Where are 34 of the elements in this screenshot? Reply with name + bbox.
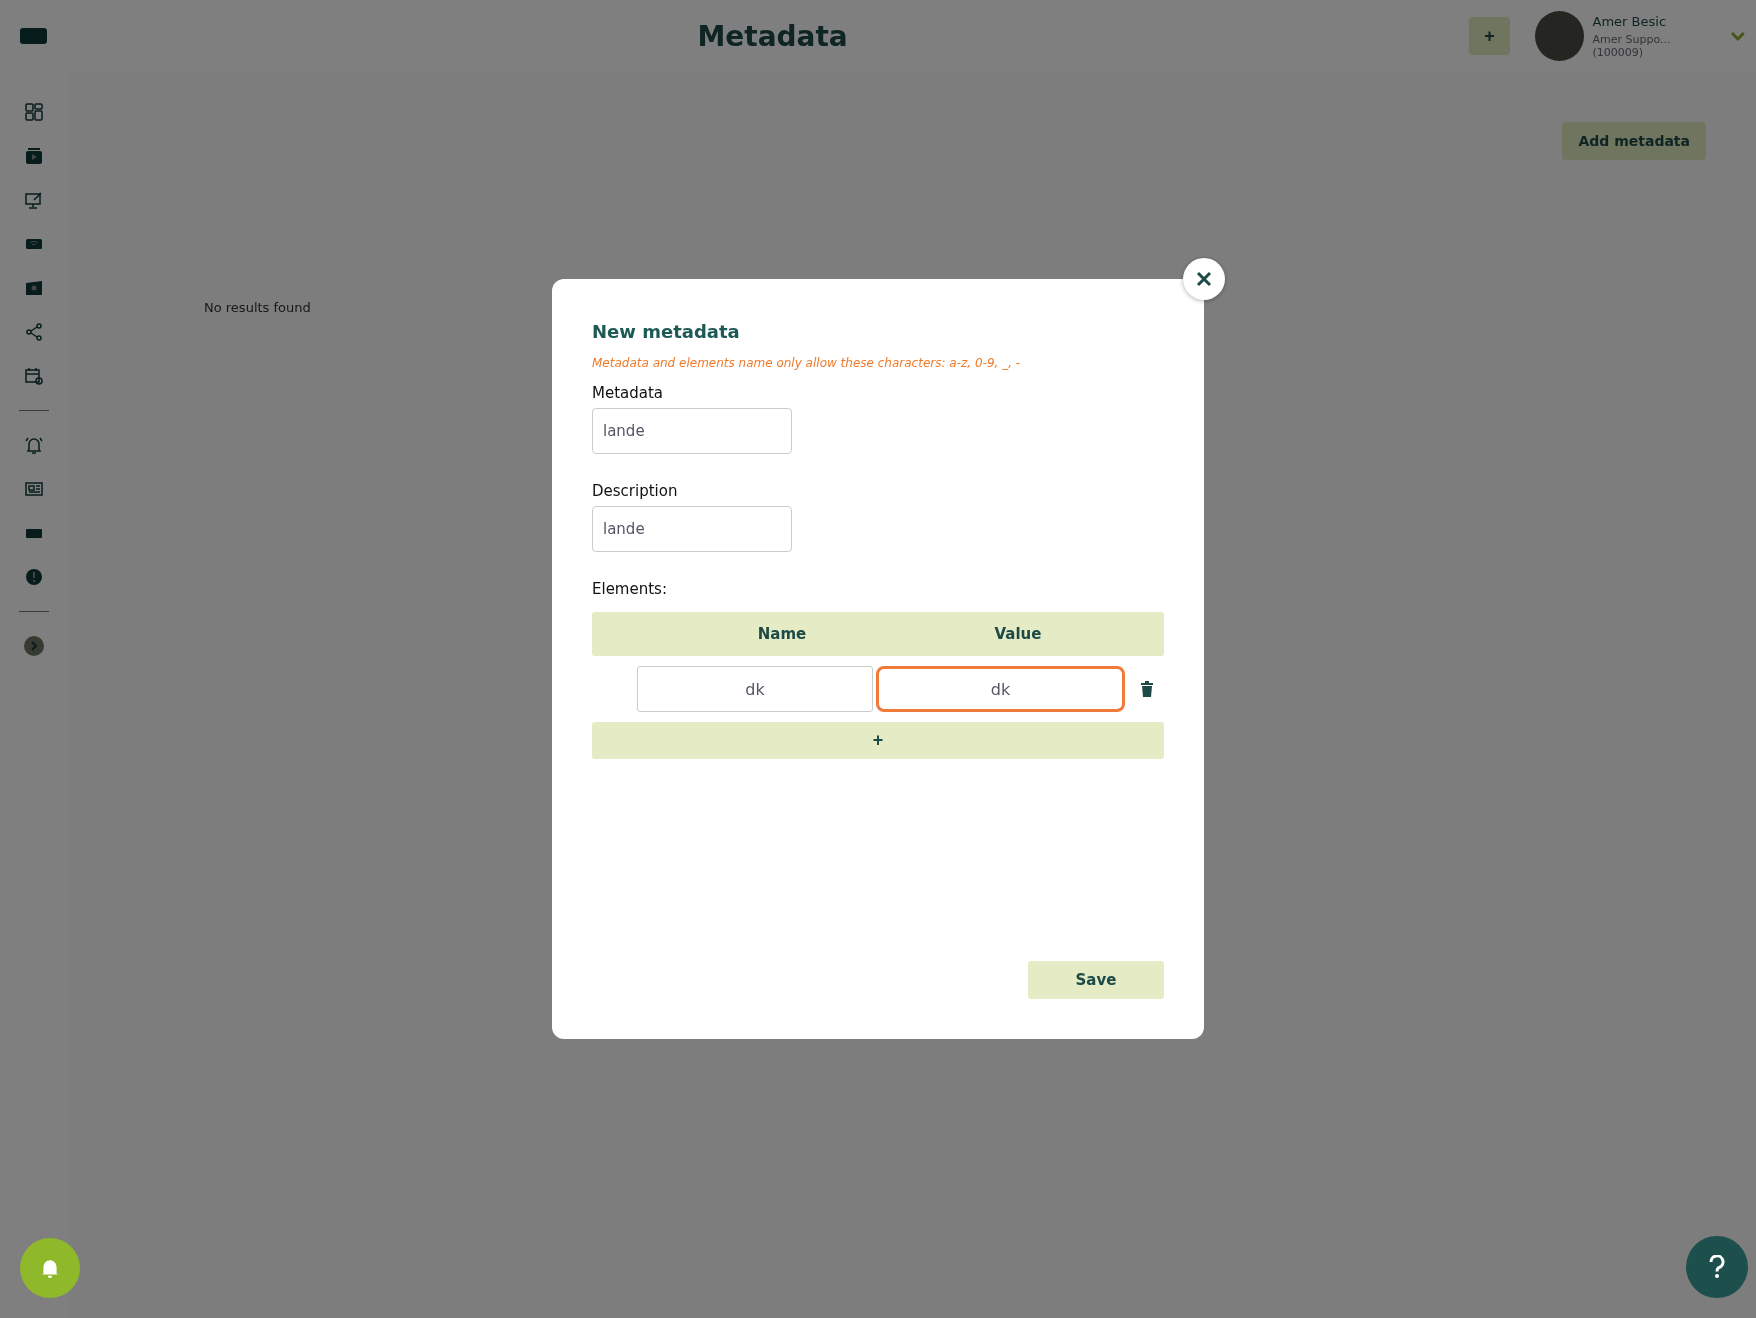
text-field[interactable]: lande [592,506,792,552]
name-field[interactable]: dk [637,666,873,712]
bell-icon [39,1257,61,1279]
chevron-right-icon[interactable] [24,636,44,656]
elements-label: Elements: [592,580,668,598]
wallet-icon[interactable] [24,278,44,298]
grid-icon[interactable] [24,102,44,122]
save-button[interactable]: Save [1028,961,1164,999]
edit-icon[interactable] [24,190,44,210]
avatar-placeholder [1534,11,1584,61]
share-icon[interactable] [24,322,44,342]
empty-message: No results found [204,300,312,315]
calendar-icon[interactable] [24,366,44,386]
field-label: Description [592,482,679,500]
question-mark-icon [1707,1255,1727,1279]
user-account: Amer Suppo...(100009) [1592,32,1672,59]
add-row-button[interactable]: + [592,722,1164,759]
close-icon [1196,271,1212,287]
column-header: Name [756,625,808,643]
hint-text: Metadata and elements name only allow these characters: a-z, 0-9, _, - [592,356,1022,370]
news-icon[interactable] [24,479,44,499]
page-title: Metadata [697,19,849,53]
value-field[interactable]: dk [876,666,1125,712]
trash-icon[interactable] [1140,681,1154,697]
field-label: Metadata [592,384,665,402]
column-header: Value [993,625,1043,643]
play-icon[interactable] [24,146,44,166]
alert-icon[interactable] [24,567,44,587]
user-name: Amer Besic [1592,13,1668,29]
modal-title: New metadata [592,321,741,342]
logo-icon [20,28,48,44]
close-button[interactable] [1183,258,1225,300]
text-field[interactable]: lande [592,408,792,454]
bell-icon[interactable] [24,435,44,455]
